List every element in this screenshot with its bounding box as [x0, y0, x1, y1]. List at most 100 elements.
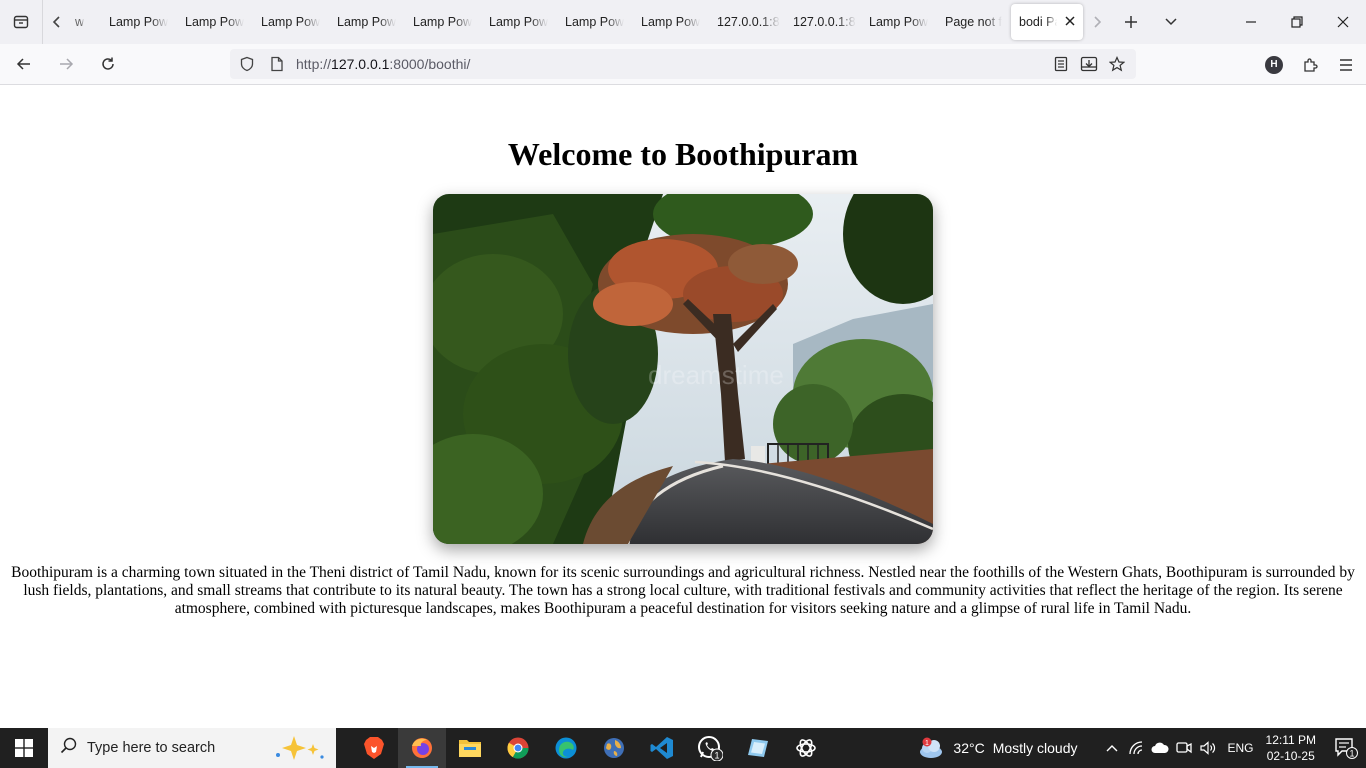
input-language[interactable]: ENG	[1228, 741, 1254, 755]
road-scene-illustration: dreamstime	[433, 194, 933, 544]
tab-list: w Lamp Pow Lamp Pow Lamp Pow Lamp Pow La…	[71, 0, 1083, 44]
network-app[interactable]	[590, 728, 638, 768]
weather-temp: 32°C	[953, 740, 985, 756]
brave-app[interactable]	[350, 728, 398, 768]
shield-icon	[240, 56, 254, 72]
window-controls	[1228, 0, 1366, 44]
forward-button[interactable]	[48, 48, 84, 80]
chevron-up-icon	[1106, 745, 1117, 752]
app-menu-button[interactable]	[1334, 53, 1358, 77]
firefox-app[interactable]	[398, 728, 446, 768]
edge-app[interactable]	[542, 728, 590, 768]
arrow-right-icon	[60, 58, 74, 70]
taskbar-apps: 1	[350, 728, 830, 768]
tab-label: Lamp Pow	[413, 15, 473, 29]
firefox-view-button[interactable]	[0, 0, 42, 44]
notes-app-icon	[748, 739, 768, 757]
weather-badge: 1	[925, 740, 929, 747]
chatgpt-icon	[796, 739, 816, 757]
bookmark-button[interactable]	[1106, 53, 1128, 75]
notification-icon: 1	[1335, 738, 1358, 759]
tab[interactable]: Page not f	[935, 4, 1011, 40]
chrome-icon	[507, 737, 529, 759]
clock-time: 12:11 PM	[1265, 733, 1316, 747]
url-path: :8000/boothi/	[389, 56, 471, 72]
account-button[interactable]: H	[1262, 53, 1286, 77]
address-bar-actions	[1050, 49, 1128, 79]
tab[interactable]: 127.0.0.1:8	[783, 4, 859, 40]
reload-button[interactable]	[90, 48, 126, 80]
tab-active[interactable]: bodi Pa	[1011, 4, 1083, 40]
tab[interactable]: Lamp Pow	[251, 4, 327, 40]
cloud-weather-icon: 1	[920, 737, 943, 758]
tracking-protection-button[interactable]	[234, 56, 260, 72]
file-explorer-app[interactable]	[446, 728, 494, 768]
list-all-tabs-button[interactable]	[1151, 0, 1191, 44]
tab[interactable]: Lamp Pow	[555, 4, 631, 40]
tab-label: Lamp Pow	[337, 15, 397, 29]
edge-icon	[555, 737, 577, 759]
tab[interactable]: Lamp Pow	[403, 4, 479, 40]
wifi-status[interactable]	[1124, 728, 1148, 768]
whatsapp-app[interactable]: 1	[686, 728, 734, 768]
weather-widget[interactable]: 1 32°C Mostly cloudy	[917, 736, 1078, 760]
minimize-icon	[1246, 21, 1256, 23]
firefox-icon	[412, 738, 432, 758]
address-bar[interactable]: http://127.0.0.1:8000/boothi/	[230, 49, 1136, 79]
clock[interactable]: 12:11 PM 02-10-25	[1266, 732, 1316, 764]
notes-app[interactable]	[734, 728, 782, 768]
boothipuram-road-photo: dreamstime	[433, 194, 933, 544]
clock-date: 02-10-25	[1266, 749, 1315, 763]
tab-label: 127.0.0.1:8	[717, 15, 780, 29]
url-prefix: http://	[296, 56, 332, 72]
close-window-button[interactable]	[1320, 0, 1366, 44]
taskbar-search[interactable]: Type here to search	[48, 728, 336, 768]
chatgpt-app[interactable]	[782, 728, 830, 768]
tab[interactable]: Lamp Pow	[479, 4, 555, 40]
tab[interactable]: w	[71, 4, 99, 40]
tab-label: bodi Pa	[1019, 15, 1057, 29]
star-icon	[1109, 56, 1125, 72]
reader-view-button[interactable]	[1050, 53, 1072, 75]
save-to-pocket-button[interactable]	[1078, 53, 1100, 75]
page-icon	[271, 56, 283, 72]
volume-status[interactable]	[1196, 728, 1220, 768]
chevron-down-icon	[1165, 18, 1177, 26]
notification-center-button[interactable]: 1	[1326, 728, 1366, 768]
tab-label: w	[75, 15, 85, 29]
tab[interactable]: Lamp Pow	[175, 4, 251, 40]
tab-label: Lamp Pow	[185, 15, 245, 29]
vscode-app[interactable]	[638, 728, 686, 768]
speaker-icon	[1199, 741, 1215, 755]
chrome-app[interactable]	[494, 728, 542, 768]
tab-label: Lamp Pow	[109, 15, 169, 29]
watermark-text: dreamstime	[648, 360, 784, 390]
page-info-button[interactable]	[264, 56, 290, 72]
minimize-button[interactable]	[1228, 0, 1274, 44]
tab-close-button[interactable]	[1065, 14, 1075, 29]
show-hidden-icons-button[interactable]	[1100, 728, 1124, 768]
tab[interactable]: Lamp Pow	[99, 4, 175, 40]
tab-scroll-left-button[interactable]	[43, 0, 71, 44]
url-text[interactable]: http://127.0.0.1:8000/boothi/	[296, 56, 470, 72]
back-button[interactable]	[6, 48, 42, 80]
new-tab-button[interactable]	[1111, 0, 1151, 44]
meet-now-status[interactable]	[1172, 728, 1196, 768]
tab[interactable]: Lamp Pow	[859, 4, 935, 40]
chevron-left-icon	[52, 16, 60, 28]
weather-desc: Mostly cloudy	[992, 740, 1078, 756]
firefox-view-icon	[13, 15, 29, 29]
arrow-left-icon	[16, 58, 30, 70]
extensions-button[interactable]	[1298, 53, 1322, 77]
close-icon	[1337, 16, 1349, 28]
whatsapp-icon: 1	[698, 736, 723, 761]
onedrive-status[interactable]	[1148, 728, 1172, 768]
tab-scroll-right-button[interactable]	[1083, 0, 1111, 44]
tab[interactable]: Lamp Pow	[327, 4, 403, 40]
url-host: 127.0.0.1	[331, 56, 390, 72]
navigation-toolbar: http://127.0.0.1:8000/boothi/ H	[0, 44, 1366, 85]
tab[interactable]: Lamp Pow	[631, 4, 707, 40]
start-button[interactable]	[0, 728, 48, 768]
tab[interactable]: 127.0.0.1:8	[707, 4, 783, 40]
restore-button[interactable]	[1274, 0, 1320, 44]
